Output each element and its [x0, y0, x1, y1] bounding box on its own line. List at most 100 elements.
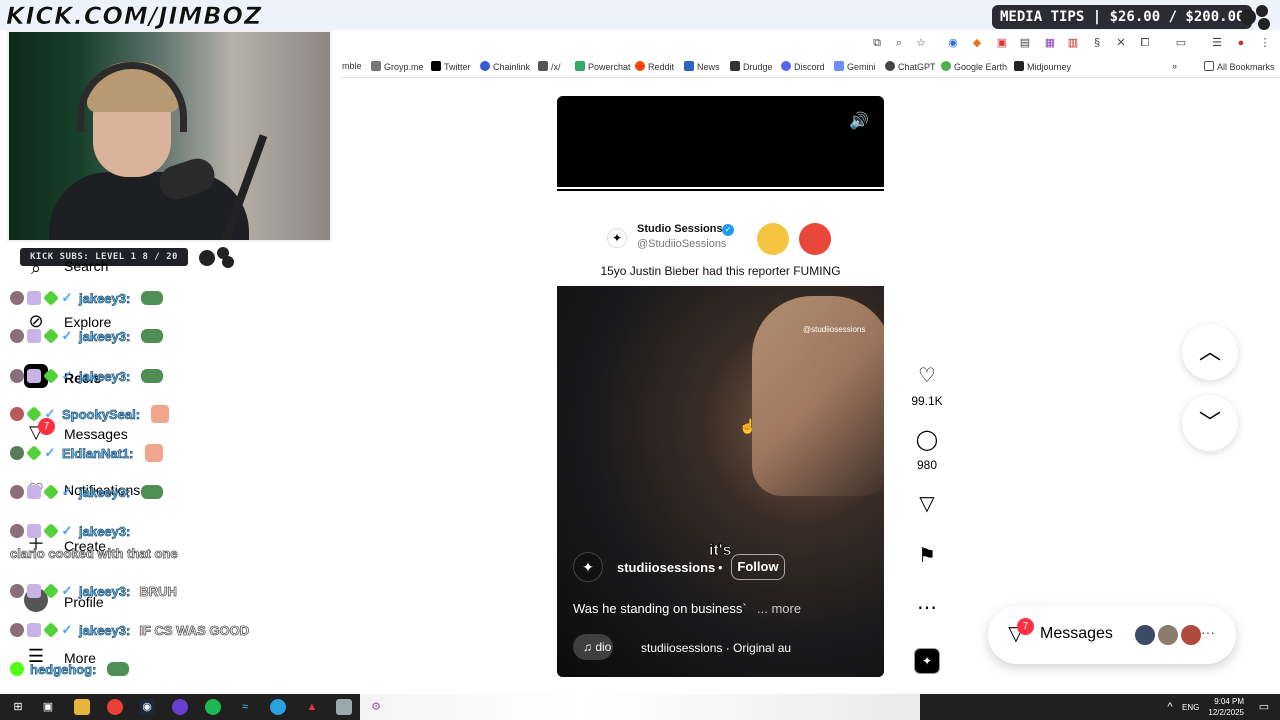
bookmark-item[interactable]: News: [684, 61, 720, 72]
app-icon[interactable]: ▲: [304, 699, 320, 715]
messages-pill-badge: 7: [1017, 618, 1034, 635]
bookmark-item[interactable]: Powerchat: [575, 61, 631, 72]
tab-search-icon[interactable]: ▭: [1174, 36, 1188, 50]
chat-message: ✓ SpookySeal:: [10, 404, 170, 424]
chat-message: ✓ jakeey3: IF CS WAS GOOD: [10, 620, 250, 640]
chat-message: ✓ jakeey3:: [10, 288, 164, 308]
extension-icon[interactable]: ▣: [995, 36, 1009, 50]
spotify-icon[interactable]: [205, 699, 221, 715]
comment-count: 980: [916, 458, 938, 472]
install-icon[interactable]: ⧉: [870, 36, 884, 50]
nav-search[interactable]: Search: [64, 258, 108, 274]
more-icon[interactable]: ⋯: [914, 595, 940, 621]
webcam-feed: [7, 30, 332, 242]
kick-logo-icon: [199, 247, 234, 268]
chat-message: hedgehog:: [10, 659, 130, 679]
chat-message: ✓ jakeey3:: [10, 366, 164, 386]
emote-icon: [141, 329, 164, 343]
reading-list-icon[interactable]: ☰: [1210, 36, 1224, 50]
bookmark-item[interactable]: Reddit: [635, 61, 674, 72]
chat-message: ✓ jakeey3:: [10, 521, 131, 541]
task-view-icon[interactable]: ▣: [40, 699, 56, 715]
bookmark-item[interactable]: /x/: [538, 61, 561, 72]
steam-icon[interactable]: ◉: [139, 699, 155, 715]
emote-icon: [107, 662, 130, 676]
send-icon[interactable]: ▽: [914, 491, 940, 517]
extension-icon[interactable]: ▤: [1018, 36, 1032, 50]
star-icon[interactable]: ☆: [914, 36, 928, 50]
notification-icon[interactable]: ▭: [1256, 699, 1272, 715]
all-bookmarks[interactable]: All Bookmarks: [1204, 61, 1275, 72]
emote-icon: [141, 485, 164, 499]
search-icon[interactable]: ⌕: [24, 256, 48, 280]
speaker-icon[interactable]: 🔊: [847, 110, 871, 134]
more-icon[interactable]: ···: [1201, 624, 1215, 640]
chrome-icon[interactable]: [107, 699, 123, 715]
channel-logo: KICK.COM/JIMBOZ: [6, 2, 263, 31]
avatar: [1133, 623, 1157, 647]
reel-description: Was he standing on business`: [573, 601, 747, 616]
reel-author-avatar[interactable]: ✦: [573, 552, 603, 582]
extension-icon[interactable]: ▦: [1043, 36, 1057, 50]
avatar: [1179, 623, 1203, 647]
post-avatar: ✦: [607, 228, 627, 248]
bookmarks-overflow-icon[interactable]: »: [1172, 61, 1177, 71]
taskbar-clock[interactable]: 9:04 PM 12/2/2025: [1204, 696, 1244, 718]
chevron-down-icon[interactable]: ﹀: [1182, 395, 1238, 451]
bookmark-item[interactable]: Chainlink: [480, 61, 530, 72]
verified-icon: ✓: [722, 224, 734, 236]
bookmark-item[interactable]: Drudge: [730, 61, 773, 72]
bookmark-item[interactable]: mble: [342, 61, 362, 71]
reel-card[interactable]: 🔊: [557, 96, 884, 677]
chat-message-text: clario cooked with that one: [10, 546, 178, 562]
extension-icon[interactable]: ▥: [1066, 36, 1080, 50]
menu-icon[interactable]: ⋮: [1258, 36, 1272, 50]
post-author-handle: @StudiioSessions: [637, 238, 727, 250]
tray-chevron-icon[interactable]: ^: [1162, 699, 1178, 715]
chat-message: ✓ jakeey3: BRUH: [10, 581, 177, 601]
audio-thumbnail[interactable]: ✦: [914, 648, 940, 674]
bookmark-icon[interactable]: ⚑: [914, 543, 940, 569]
follow-button[interactable]: Follow: [731, 554, 785, 580]
input-language[interactable]: ENG: [1182, 703, 1199, 712]
audio-track-name[interactable]: studiiosessions · Original au: [641, 641, 791, 655]
reel-more-link[interactable]: ... more: [757, 601, 801, 616]
file-explorer-icon[interactable]: [74, 699, 90, 715]
hand-cursor-icon: ☝: [739, 418, 757, 434]
bookmark-item[interactable]: Twitter: [431, 61, 471, 72]
chevron-up-icon[interactable]: ︿: [1182, 324, 1238, 380]
chat-message: ✓ jakeey3:: [10, 482, 164, 502]
chat-message: ✓ EldianNat1:: [10, 443, 163, 463]
heart-icon[interactable]: ♡: [914, 363, 940, 389]
taskbar-window-preview: [360, 694, 920, 720]
audio-pill[interactable]: ♫ dio: [573, 634, 613, 660]
windows-start-icon[interactable]: ⊞: [10, 699, 26, 715]
bookmark-item[interactable]: ChatGPT: [885, 61, 936, 72]
bookmark-item[interactable]: Gemini: [834, 61, 876, 72]
x-icon[interactable]: ✕: [1114, 36, 1128, 50]
comment-icon[interactable]: ◯: [914, 427, 940, 453]
app-icon[interactable]: ≈: [237, 699, 253, 715]
post-author-name: Studio Sessions: [637, 223, 723, 235]
emote-icon: [141, 291, 164, 305]
extensions-puzzle-icon[interactable]: ⧠: [1138, 36, 1152, 50]
app-icon[interactable]: ⚙: [368, 699, 384, 715]
bookmark-item[interactable]: Groyp.me: [371, 61, 424, 72]
nav-messages[interactable]: Messages: [64, 426, 128, 442]
zoom-icon[interactable]: ⌕: [892, 36, 906, 50]
bookmark-item[interactable]: Discord: [781, 61, 825, 72]
metamask-icon[interactable]: ◆: [970, 36, 984, 50]
emote-icon: [144, 444, 163, 462]
profile-icon[interactable]: ●: [1234, 36, 1248, 50]
app-icon[interactable]: [172, 699, 188, 715]
bookmark-item[interactable]: Google Earth: [941, 61, 1007, 72]
video-watermark: @studiiosessions: [803, 325, 866, 334]
bookmark-item[interactable]: Midjourney: [1014, 61, 1071, 72]
media-tips-goal: MEDIA TIPS | $26.00 / $200.00: [992, 5, 1253, 29]
extension-icon[interactable]: §: [1090, 36, 1104, 50]
reel-author-name[interactable]: studiiosessions: [617, 560, 715, 575]
telegram-icon[interactable]: [270, 699, 286, 715]
extension-icon[interactable]: ◉: [946, 36, 960, 50]
messages-pill-label[interactable]: Messages: [1040, 625, 1113, 643]
app-icon[interactable]: [336, 699, 352, 715]
